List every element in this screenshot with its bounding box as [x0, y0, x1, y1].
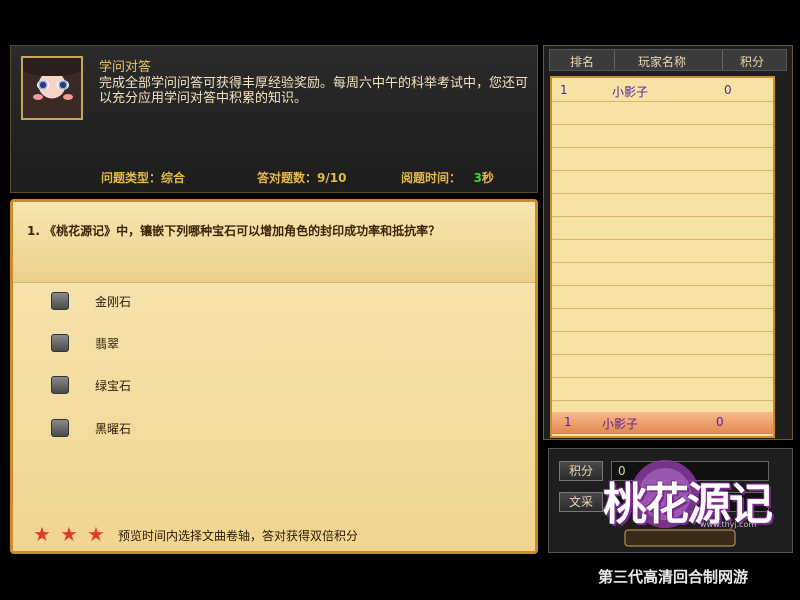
- answer-option-2[interactable]: 翡翠: [51, 332, 351, 356]
- header-score: 积分: [740, 55, 765, 69]
- question-header: 1. 《桃花源记》中，镶嵌下列哪种宝石可以增加角色的封印成功率和抵抗率？: [13, 202, 535, 283]
- option-checkbox[interactable]: [51, 419, 69, 437]
- header-rank: 排名: [570, 55, 595, 69]
- question-type: 问题类型：综合: [101, 171, 186, 185]
- option-checkbox[interactable]: [51, 334, 69, 352]
- npc-avatar: [21, 56, 83, 120]
- bonus-tip: 预览时间内选择文曲卷轴，答对获得双倍积分: [118, 529, 359, 543]
- answer-option-3[interactable]: 绿宝石: [51, 374, 351, 398]
- table-row[interactable]: 1 小影子 0: [552, 80, 773, 100]
- ranking-header: 排名 玩家名称 积分: [549, 49, 787, 71]
- option-checkbox[interactable]: [51, 376, 69, 394]
- self-score: 0: [716, 415, 724, 429]
- ranking-panel: 排名 玩家名称 积分 1 小影子 0 1 小影子 0: [543, 45, 793, 440]
- slogan: 第三代高清回合制网游: [598, 568, 749, 586]
- self-name: 小影子: [602, 417, 639, 431]
- ranking-table[interactable]: 1 小影子 0 1 小影子 0: [550, 76, 775, 438]
- row-rank: 1: [560, 83, 568, 97]
- question-text: 1. 《桃花源记》中，镶嵌下列哪种宝石可以增加角色的封印成功率和抵抗率？: [27, 224, 441, 238]
- star-icon: ★: [33, 522, 51, 546]
- score-button[interactable]: 积分: [559, 461, 603, 481]
- wenqu-button[interactable]: 文采: [559, 492, 603, 512]
- row-score: 0: [724, 83, 732, 97]
- answer-option-4[interactable]: 黑曜石: [51, 417, 351, 441]
- info-panel: 学问对答 完成全部学问问答可获得丰厚经验奖励。每周六中午的科举考试中，您还可以充…: [10, 45, 538, 193]
- reading-time: 阅题时间： 3秒: [401, 169, 494, 186]
- option-label: 绿宝石: [95, 379, 132, 393]
- info-title: 学问对答: [99, 60, 152, 75]
- question-panel: 1. 《桃花源记》中，镶嵌下列哪种宝石可以增加角色的封印成功率和抵抗率？ 金刚石…: [10, 199, 538, 554]
- self-rank: 1: [564, 415, 572, 429]
- row-name: 小影子: [612, 85, 649, 99]
- self-rank-row: 1 小影子 0: [552, 412, 773, 434]
- reading-time-unit: 秒: [481, 171, 494, 185]
- answer-option-1[interactable]: 金刚石: [51, 290, 351, 314]
- option-checkbox[interactable]: [51, 292, 69, 310]
- answered-count: 答对题数：9/10: [257, 171, 347, 185]
- reading-time-label: 阅题时间：: [401, 171, 462, 185]
- logo-url: www.thyj.com: [700, 520, 757, 529]
- option-label: 翡翠: [95, 337, 120, 351]
- option-label: 黑曜石: [95, 422, 132, 436]
- reading-time-value: 3: [473, 171, 482, 185]
- star-icon: ★: [87, 522, 105, 546]
- star-icon: ★: [60, 522, 78, 546]
- info-description: 完成全部学问问答可获得丰厚经验奖励。每周六中午的科举考试中，您还可以充分应用学问…: [99, 76, 529, 106]
- option-label: 金刚石: [95, 295, 132, 309]
- header-player-name: 玩家名称: [638, 55, 687, 69]
